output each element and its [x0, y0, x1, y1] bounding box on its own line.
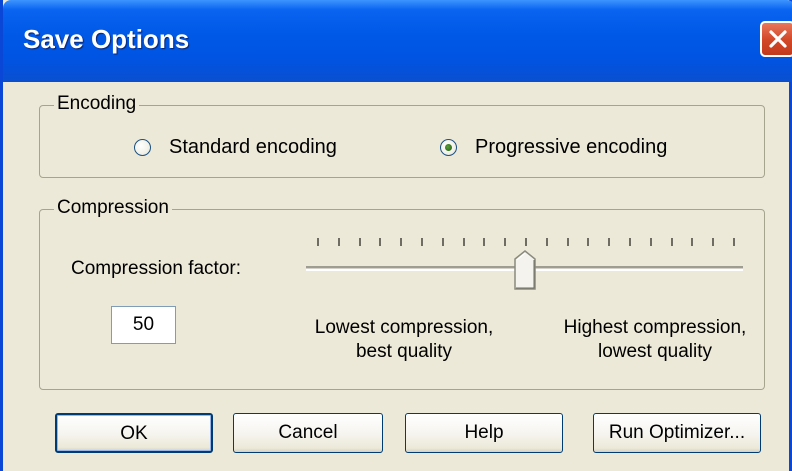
slider-tick — [462, 238, 465, 246]
progressive-encoding-label: Progressive encoding — [475, 136, 668, 158]
radio-checked-icon — [440, 139, 457, 156]
slider-tick — [566, 238, 569, 246]
lowest-compression-label: Lowest compression, best quality — [289, 316, 519, 364]
slider-tick — [504, 238, 507, 246]
slider-tick — [421, 238, 423, 246]
compression-group-title: Compression — [54, 197, 172, 219]
window-title: Save Options — [23, 24, 190, 54]
standard-encoding-radio[interactable]: Standard encoding — [134, 136, 337, 159]
slider-tick — [545, 238, 548, 246]
title-bar[interactable]: Save Options — [3, 0, 792, 82]
slider-tick — [691, 238, 694, 246]
slider-tick — [629, 238, 631, 246]
slider-tick — [483, 238, 486, 246]
slider-tick — [525, 238, 527, 246]
ok-button[interactable]: OK — [55, 413, 213, 453]
slider-tick — [317, 238, 319, 246]
radio-unchecked-icon — [134, 139, 151, 156]
close-icon — [769, 30, 787, 48]
save-options-dialog: Save Options Encoding Standard encoding … — [0, 0, 792, 471]
slider-tick — [587, 238, 590, 246]
slider-tick — [400, 238, 403, 246]
highest-compression-label: Highest compression, lowest quality — [538, 316, 772, 364]
progressive-encoding-radio[interactable]: Progressive encoding — [440, 136, 667, 159]
slider-thumb-icon[interactable] — [514, 250, 536, 290]
slider-tick — [358, 238, 361, 246]
slider-tick — [712, 238, 715, 246]
compression-factor-label: Compression factor: — [71, 258, 242, 279]
slider-tick — [379, 238, 382, 246]
slider-tick — [670, 238, 673, 246]
close-button[interactable] — [760, 21, 792, 57]
lowest-compression-line1: Lowest compression, — [314, 317, 494, 338]
highest-compression-line2: lowest quality — [597, 341, 713, 362]
standard-encoding-label: Standard encoding — [169, 136, 337, 158]
slider-tick — [441, 238, 444, 246]
slider-tick — [649, 238, 652, 246]
run-optimizer-button[interactable]: Run Optimizer... — [593, 413, 761, 453]
lowest-compression-line2: best quality — [355, 341, 453, 362]
slider-tick — [608, 238, 611, 246]
slider-tick — [733, 238, 735, 246]
highest-compression-line1: Highest compression, — [563, 317, 747, 338]
cancel-button[interactable]: Cancel — [233, 413, 383, 453]
encoding-group-title: Encoding — [54, 93, 140, 115]
help-button[interactable]: Help — [405, 413, 563, 453]
compression-factor-input[interactable]: 50 — [111, 306, 176, 344]
slider-tick — [337, 238, 340, 246]
